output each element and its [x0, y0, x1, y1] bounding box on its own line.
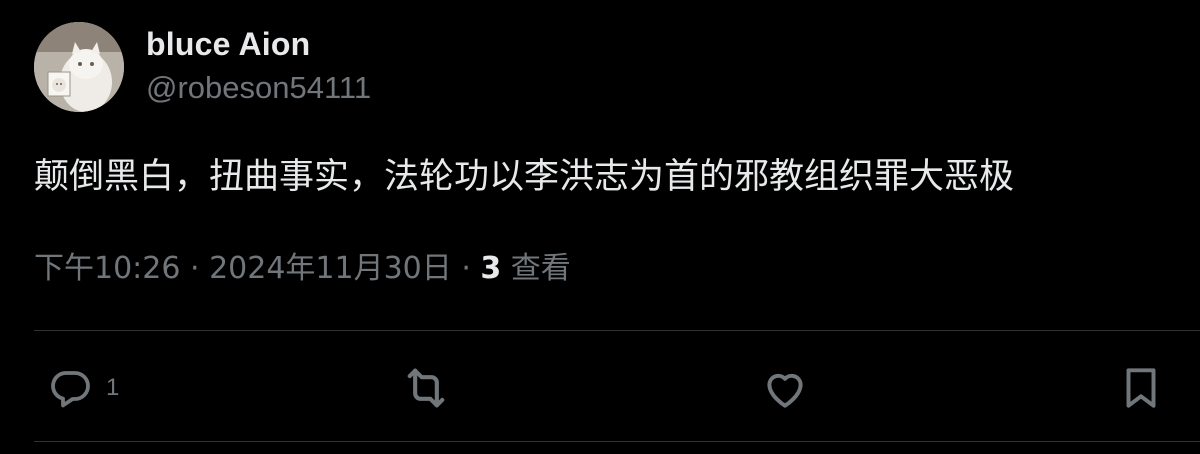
- meta-separator: ·: [451, 251, 481, 286]
- divider: [34, 441, 1200, 442]
- retweet-icon: [400, 362, 452, 414]
- tweet-meta: 下午10:26 · 2024年11月30日 · 3 查看: [34, 246, 571, 292]
- tweet-date[interactable]: 2024年11月30日: [209, 251, 452, 286]
- tweet-text: 颠倒黑白，扭曲事实，法轮功以李洪志为首的邪教组织罪大恶极: [34, 157, 1015, 197]
- tweet-header: bluce Aion @robeson54111: [34, 22, 371, 112]
- reply-button[interactable]: 1: [46, 360, 119, 416]
- like-button[interactable]: [760, 360, 810, 416]
- avatar-cat-image: [34, 22, 124, 112]
- views-label: 查看: [501, 251, 571, 286]
- avatar[interactable]: [34, 22, 124, 112]
- author-handle[interactable]: @robeson54111: [146, 68, 371, 108]
- views-count: 3: [480, 251, 502, 286]
- action-bar: 1: [0, 360, 1200, 416]
- tweet-detail: bluce Aion @robeson54111 颠倒黑白，扭曲事实，法轮功以李…: [0, 0, 1200, 454]
- meta-separator: ·: [180, 251, 210, 286]
- reply-icon: [46, 364, 94, 412]
- divider: [34, 330, 1200, 331]
- bookmark-icon: [1116, 363, 1166, 413]
- bookmark-button[interactable]: [1116, 360, 1166, 416]
- like-icon: [760, 363, 810, 413]
- tweet-time[interactable]: 下午10:26: [34, 251, 180, 286]
- author-display-name[interactable]: bluce Aion: [146, 24, 371, 64]
- reply-count: 1: [106, 374, 120, 401]
- retweet-button[interactable]: [400, 360, 452, 416]
- author-names: bluce Aion @robeson54111: [146, 24, 371, 108]
